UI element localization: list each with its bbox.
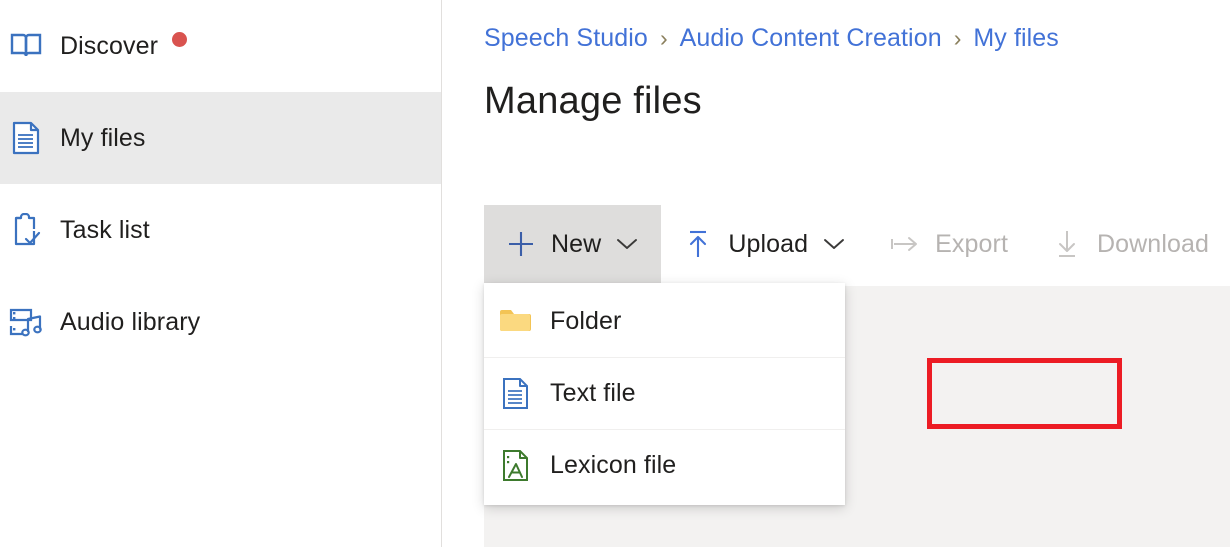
breadcrumb: Speech Studio › Audio Content Creation ›… — [442, 0, 1230, 53]
app-root: Discover My files Task list Audio librar… — [0, 0, 1230, 547]
menu-item-lexicon-file[interactable]: Lexicon file — [484, 429, 845, 501]
plus-icon — [506, 229, 536, 259]
upload-button[interactable]: Upload — [661, 205, 868, 283]
export-button-label: Export — [935, 229, 1008, 258]
download-button: Download — [1030, 205, 1230, 283]
export-button: Export — [868, 205, 1030, 283]
menu-item-label: Lexicon file — [550, 451, 677, 479]
breadcrumb-item-my-files[interactable]: My files — [973, 24, 1059, 53]
audio-library-icon — [8, 304, 44, 340]
main-content: Speech Studio › Audio Content Creation ›… — [442, 0, 1230, 547]
export-arrow-icon — [890, 229, 920, 259]
breadcrumb-item-speech-studio[interactable]: Speech Studio — [484, 24, 648, 53]
sidebar-item-label: Discover — [60, 31, 159, 60]
sidebar-item-label: Audio library — [60, 307, 201, 336]
chevron-down-icon — [822, 232, 846, 256]
command-toolbar: New Upload Export Download — [484, 205, 1230, 283]
sidebar-item-label: My files — [60, 123, 146, 152]
download-button-label: Download — [1097, 229, 1209, 258]
lexicon-file-icon — [498, 449, 532, 483]
new-button[interactable]: New — [484, 205, 662, 283]
document-icon — [8, 120, 44, 156]
sidebar-item-discover[interactable]: Discover — [0, 0, 441, 92]
menu-item-label: Folder — [550, 306, 622, 335]
breadcrumb-item-audio-content-creation[interactable]: Audio Content Creation — [680, 24, 942, 53]
new-dropdown-menu: Folder Text file Lexicon file — [484, 283, 845, 505]
page-title: Manage files — [484, 80, 702, 122]
upload-arrow-icon — [683, 229, 713, 259]
menu-item-folder[interactable]: Folder — [484, 285, 845, 357]
text-file-icon — [498, 377, 532, 411]
download-arrow-icon — [1052, 229, 1082, 259]
sidebar-item-my-files[interactable]: My files — [0, 92, 441, 184]
menu-item-label: Text file — [550, 379, 636, 407]
sidebar-item-task-list[interactable]: Task list — [0, 184, 441, 276]
sidebar-item-label: Task list — [60, 215, 150, 244]
clipboard-check-icon — [8, 212, 44, 248]
notification-dot — [172, 31, 188, 47]
chevron-right-icon: › — [953, 25, 962, 51]
folder-icon — [498, 304, 532, 338]
upload-button-label: Upload — [728, 229, 809, 258]
book-icon — [8, 28, 44, 64]
chevron-right-icon: › — [659, 25, 668, 51]
chevron-down-icon — [615, 232, 639, 256]
sidebar: Discover My files Task list Audio librar… — [0, 0, 442, 547]
new-button-label: New — [551, 229, 602, 258]
sidebar-item-audio-library[interactable]: Audio library — [0, 276, 441, 368]
menu-item-text-file[interactable]: Text file — [484, 357, 845, 429]
